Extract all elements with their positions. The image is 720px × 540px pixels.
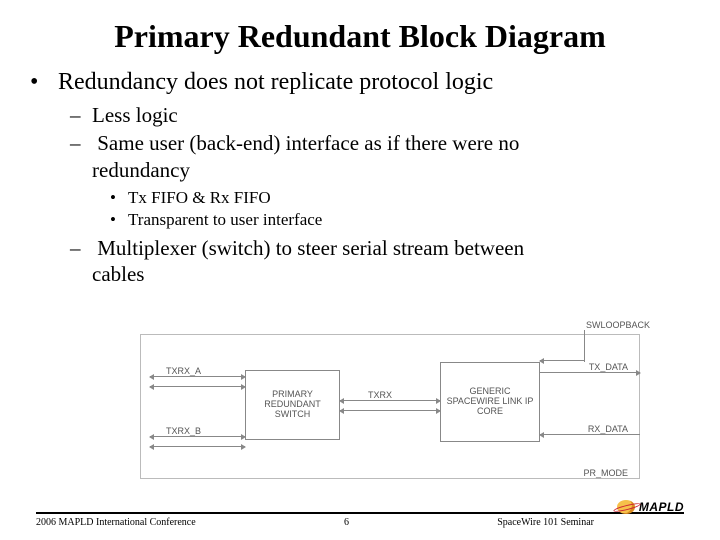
diagram-frame <box>140 334 640 479</box>
bullet-1a: Less logic <box>70 102 690 128</box>
footer-rule <box>36 512 684 514</box>
arrow-txrx-b-bot <box>150 446 245 447</box>
arrow-txrx-a-bot <box>150 386 245 387</box>
globe-icon <box>617 500 635 514</box>
bullet-1: Redundancy does not replicate protocol l… <box>30 69 690 287</box>
bullet-1b-i-text: Tx FIFO & Rx FIFO <box>128 188 271 207</box>
bullet-1c-line1: Multiplexer (switch) to steer serial str… <box>97 236 524 260</box>
slide-title: Primary Redundant Block Diagram <box>30 18 690 55</box>
bullet-1c-line2: cables <box>92 261 690 287</box>
bullet-1b: Same user (back-end) interface as if the… <box>70 130 690 231</box>
label-txrx-b: TXRX_B <box>166 426 201 436</box>
arrow-rx-data <box>540 434 640 435</box>
footer: MAPLD 2006 MAPLD International Conferenc… <box>36 512 684 528</box>
block-diagram: SWLOOPBACK TXRX_A TXRX_B TXRX TX_DATA RX… <box>130 320 650 485</box>
label-tx-data: TX_DATA <box>589 362 628 372</box>
arrow-txrx-a-top <box>150 376 245 377</box>
bullet-1-text: Redundancy does not replicate protocol l… <box>58 69 493 95</box>
block-core: GENERIC SPACEWIRE LINK IP CORE <box>440 362 540 442</box>
label-swloopback: SWLOOPBACK <box>586 320 650 330</box>
block-switch: PRIMARY REDUNDANT SWITCH <box>245 370 340 440</box>
arrow-txrx-b-top <box>150 436 245 437</box>
bullet-1b-line1: Same user (back-end) interface as if the… <box>97 131 519 155</box>
arrow-txrx-mid-bot <box>340 410 440 411</box>
label-pr-mode: PR_MODE <box>583 468 628 478</box>
arrow-swloopback <box>540 360 584 361</box>
bullet-1b-ii: Transparent to user interface <box>110 209 690 231</box>
line-swloopback <box>584 330 585 362</box>
bullet-list: Redundancy does not replicate protocol l… <box>30 69 690 287</box>
label-rx-data: RX_DATA <box>588 424 628 434</box>
label-txrx: TXRX <box>368 390 392 400</box>
arrow-txrx-mid-top <box>340 400 440 401</box>
bullet-1a-text: Less logic <box>92 103 178 127</box>
bullet-1b-ii-text: Transparent to user interface <box>128 210 322 229</box>
logo-text: MAPLD <box>639 500 684 514</box>
bullet-1c: Multiplexer (switch) to steer serial str… <box>70 235 690 288</box>
footer-left: 2006 MAPLD International Conference <box>36 517 196 528</box>
label-txrx-a: TXRX_A <box>166 366 201 376</box>
footer-page-number: 6 <box>344 517 349 528</box>
arrow-tx-data <box>540 372 640 373</box>
bullet-1b-i: Tx FIFO & Rx FIFO <box>110 187 690 209</box>
bullet-1b-line2: redundancy <box>92 157 690 183</box>
logo: MAPLD <box>617 500 684 514</box>
footer-right: SpaceWire 101 Seminar <box>497 517 594 528</box>
